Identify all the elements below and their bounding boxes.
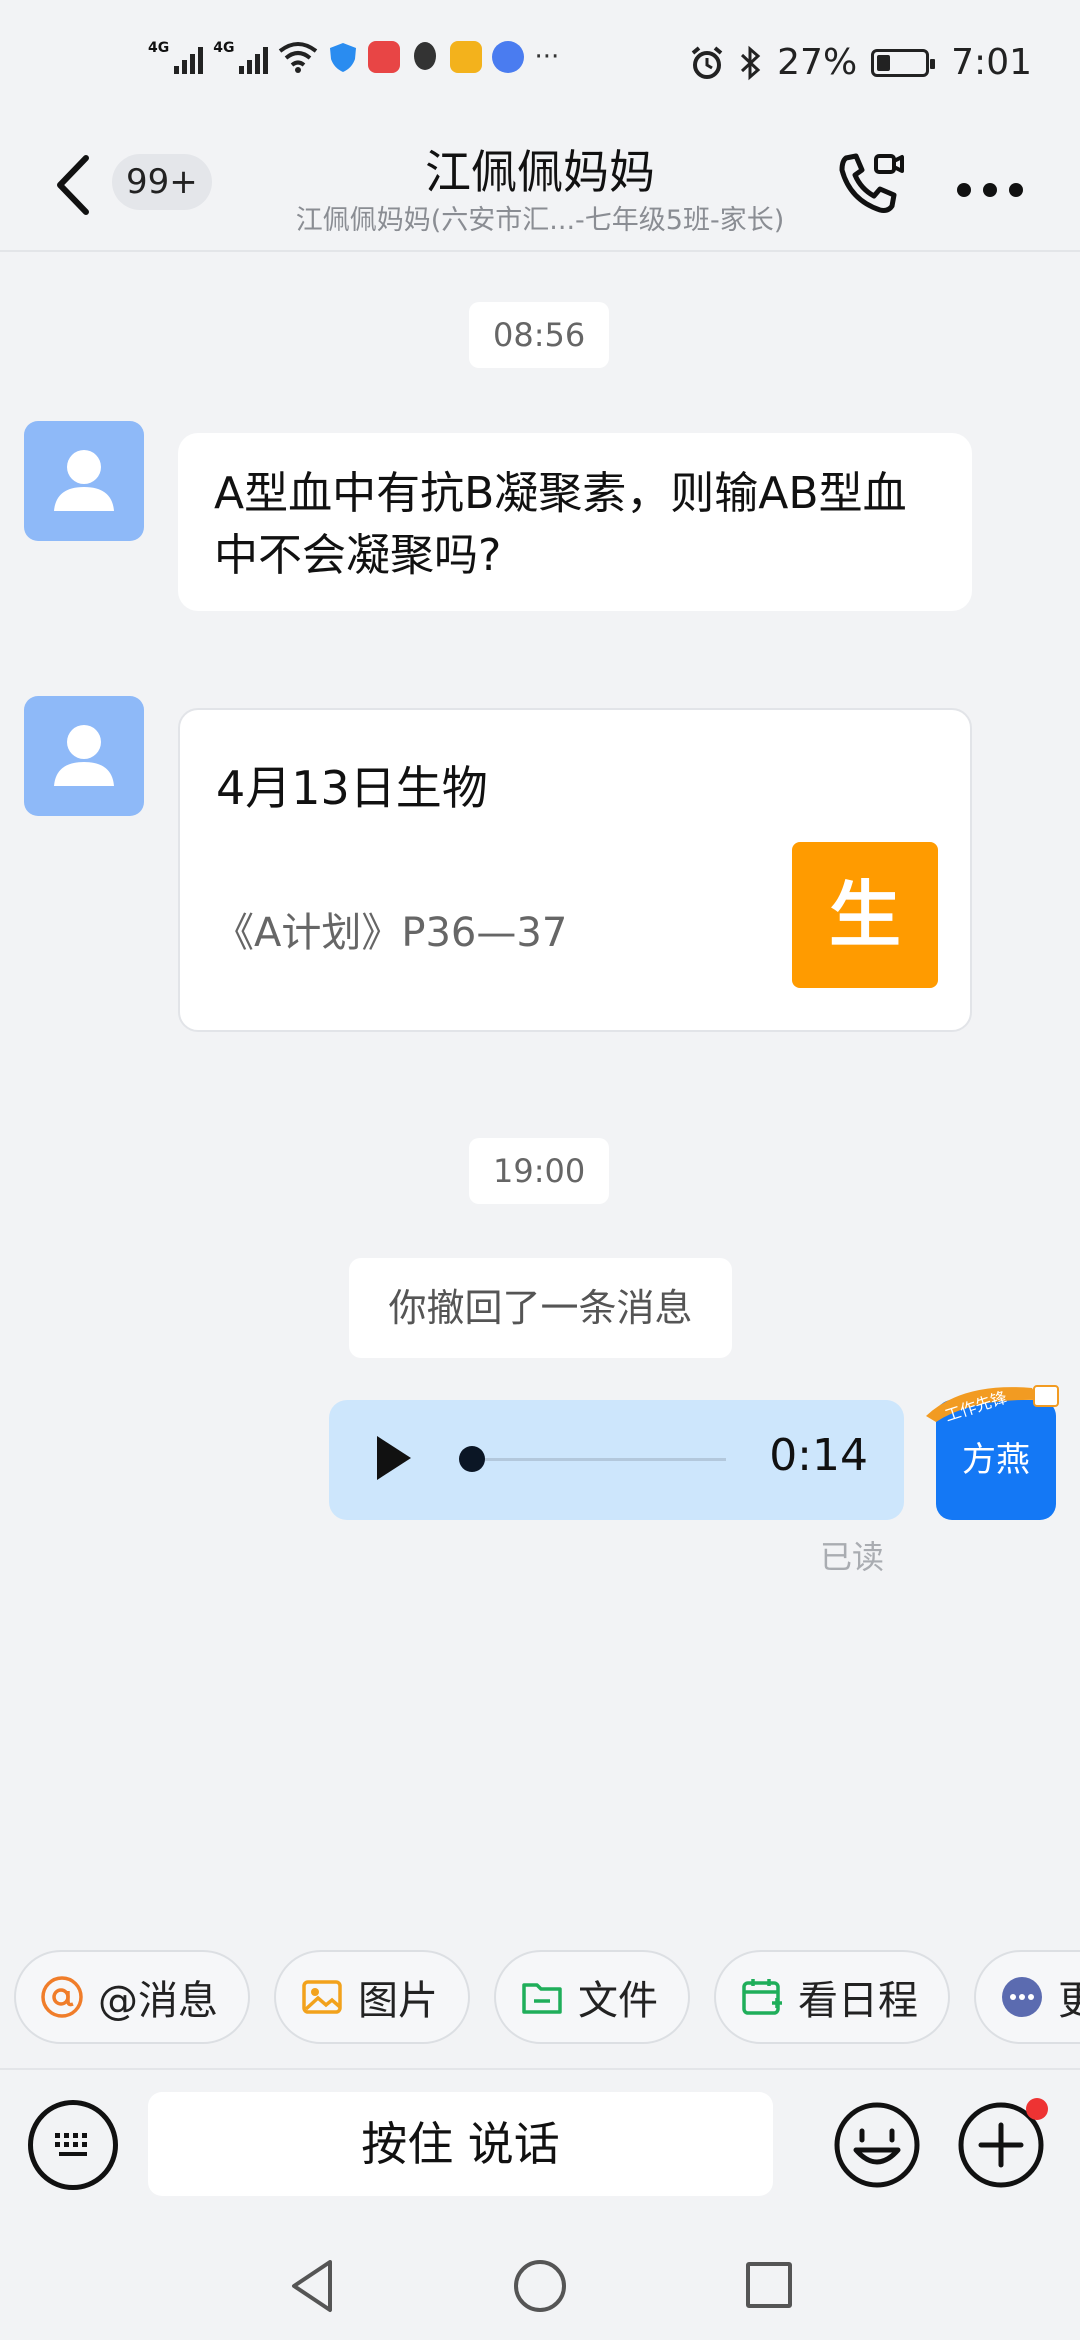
status-left: 4G 4G ··· [148, 40, 559, 74]
timestamp-2: 19:00 [469, 1138, 610, 1204]
hold-to-talk-button[interactable]: 按住 说话 [148, 2092, 773, 2196]
voice-progress-track[interactable] [464, 1458, 726, 1461]
signal-1-icon: 4G [148, 40, 204, 74]
chat-header: 99+ 江佩佩妈妈 江佩佩妈妈(六安市汇...-七年级5班-家长) [0, 130, 1080, 252]
contact-avatar[interactable] [24, 421, 144, 541]
folder-icon [522, 1983, 562, 2014]
nav-recents-icon[interactable] [746, 2262, 792, 2308]
incoming-text-message[interactable]: A型血中有抗B凝聚素，则输AB型血中不会凝聚吗? [178, 433, 972, 611]
quick-action-file[interactable]: 文件 [494, 1950, 690, 2044]
phone-video-call-icon[interactable] [832, 148, 908, 224]
bluetooth-icon [741, 45, 761, 80]
chat-title: 江佩佩妈妈 [425, 145, 655, 199]
shield-icon [330, 43, 357, 72]
status-bar: 4G 4G ··· 27% 7:01 [0, 0, 1080, 130]
wifi-icon [279, 42, 318, 73]
user-silhouette-icon [54, 450, 114, 511]
keyboard-toggle-icon[interactable] [28, 2100, 118, 2190]
battery-percent: 27% [777, 42, 858, 83]
timestamp-1: 08:56 [469, 302, 610, 368]
signal-2-icon: 4G [213, 40, 269, 74]
music-app-icon [492, 41, 525, 73]
book-app-icon [368, 41, 401, 73]
quick-action-more[interactable]: 更 [974, 1950, 1080, 2044]
image-icon [302, 1980, 342, 2014]
quick-actions-bar: @消息 图片 文件 看日程 更 [14, 1950, 1080, 2044]
system-nav-bar [0, 2230, 1080, 2340]
more-notifications-icon: ··· [534, 42, 560, 72]
input-bar: 按住 说话 [0, 2068, 1080, 2230]
card-description: 《A计划》P36—37 [214, 910, 568, 956]
status-right: 27% 7:01 [689, 42, 1032, 83]
recall-notice: 你撤回了一条消息 [349, 1258, 732, 1358]
quick-action-schedule[interactable]: 看日程 [714, 1950, 950, 2044]
more-options-icon[interactable] [950, 160, 1030, 220]
quick-action-at[interactable]: @消息 [14, 1950, 250, 2044]
calendar-add-icon [742, 1979, 782, 2015]
voice-message[interactable]: 0:14 [329, 1400, 904, 1520]
keyboard-icon [55, 2133, 87, 2156]
biology-subject-icon: 生 [792, 842, 938, 988]
battery-icon [871, 48, 936, 77]
voice-duration: 0:14 [769, 1430, 868, 1481]
chat-screen: 4G 4G ··· 27% 7:01 99+ 江佩佩妈妈 江佩佩妈妈(六安市汇.… [0, 0, 1080, 2340]
chat-subtitle: 江佩佩妈妈(六安市汇...-七年级5班-家长) [295, 205, 785, 236]
at-icon [41, 1976, 83, 2018]
clock: 7:01 [951, 42, 1032, 83]
homework-card-message[interactable]: 4月13日生物 《A计划》P36—37 生 [178, 708, 972, 1032]
notification-dot [1026, 2098, 1048, 2120]
nav-home-icon[interactable] [514, 2260, 566, 2312]
contact-avatar[interactable] [24, 696, 144, 816]
read-receipt: 已读 [820, 1538, 885, 1576]
nav-back-icon[interactable] [286, 2256, 338, 2316]
more-circle-icon [1002, 1977, 1042, 2017]
qq-icon [414, 42, 437, 70]
play-icon[interactable] [377, 1436, 411, 1480]
voice-progress-thumb[interactable] [459, 1446, 485, 1472]
alarm-icon [691, 45, 723, 79]
work-pioneer-badge-icon: 工作先锋 [926, 1385, 1059, 1422]
quick-action-image[interactable]: 图片 [274, 1950, 470, 2044]
user-silhouette-icon [54, 725, 114, 786]
cup-app-icon [450, 41, 483, 73]
card-title: 4月13日生物 [216, 761, 488, 815]
emoji-icon[interactable] [832, 2100, 922, 2190]
